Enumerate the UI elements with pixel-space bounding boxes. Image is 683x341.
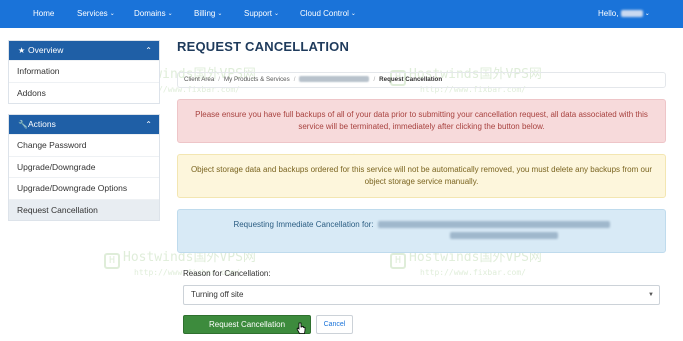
chevron-down-icon: ⌄ xyxy=(274,11,280,17)
breadcrumb-products-services[interactable]: My Products & Services xyxy=(224,76,290,83)
nav-billing[interactable]: Billing ⌄ xyxy=(194,0,222,28)
panel-header-actions[interactable]: 🔧Actions ⌃ xyxy=(9,115,159,134)
alert-danger-text: Please ensure you have full backups of a… xyxy=(195,110,648,131)
reason-selected-value: Turning off site xyxy=(191,290,244,299)
breadcrumb-client-area[interactable]: Client Area xyxy=(184,76,214,83)
sidebar-panel-actions: 🔧Actions ⌃ Change Password Upgrade/Downg… xyxy=(8,114,160,221)
sidebar-panel-overview: ★ Overview ⌃ Information Addons xyxy=(8,40,160,104)
select-arrow-icon: ▼ xyxy=(648,292,654,298)
chevron-down-icon: ⌄ xyxy=(350,11,356,17)
page-title: REQUEST CANCELLATION xyxy=(177,39,350,54)
sidebar-item-addons[interactable]: Addons xyxy=(9,81,159,104)
sidebar-item-upgrade-downgrade[interactable]: Upgrade/Downgrade xyxy=(9,155,159,178)
cancel-button[interactable]: Cancel xyxy=(316,315,353,334)
top-navigation-bar: Home Services ⌄ Domains ⌄ Billing ⌄ Support… xyxy=(0,0,683,28)
nav-domains[interactable]: Domains ⌄ xyxy=(134,0,173,28)
hand-cursor-icon xyxy=(296,322,306,334)
chevron-down-icon: ⌄ xyxy=(217,11,223,17)
nav-services[interactable]: Services ⌄ xyxy=(77,0,115,28)
chevron-up-icon[interactable]: ⌃ xyxy=(145,41,152,60)
nav-home[interactable]: Home xyxy=(33,0,54,28)
alert-warning-text: Object storage data and backups ordered … xyxy=(190,165,653,186)
alert-backup-warning: Please ensure you have full backups of a… xyxy=(177,99,666,143)
breadcrumb-separator: / xyxy=(373,76,376,83)
nav-cloud-control[interactable]: Cloud Control ⌄ xyxy=(300,0,356,28)
redacted-username xyxy=(620,10,643,17)
alert-info-text: Requesting Immediate Cancellation for: xyxy=(233,220,374,229)
sidebar-item-upgrade-downgrade-options[interactable]: Upgrade/Downgrade Options xyxy=(9,177,159,199)
wrench-icon: 🔧 xyxy=(18,120,28,129)
sidebar-item-information[interactable]: Information xyxy=(9,60,159,82)
reason-label: Reason for Cancellation: xyxy=(183,269,271,278)
redacted-service-details xyxy=(450,232,558,239)
redacted-service-name[interactable] xyxy=(299,76,370,82)
star-icon: ★ xyxy=(18,46,26,55)
breadcrumb-separator: / xyxy=(293,76,296,83)
redacted-service-details xyxy=(377,221,610,228)
sidebar-item-request-cancellation[interactable]: Request Cancellation xyxy=(9,198,159,220)
reason-select[interactable]: Turning off site ▼ xyxy=(183,285,660,305)
nav-support[interactable]: Support ⌄ xyxy=(244,0,279,28)
breadcrumb: Client Area / My Products & Services / / Requ… xyxy=(177,72,666,88)
chevron-down-icon: ⌄ xyxy=(644,11,650,17)
sidebar-item-change-password[interactable]: Change Password xyxy=(9,134,159,156)
nav-user-menu[interactable]: Hello, ⌄ xyxy=(598,0,650,28)
alert-cancellation-target: Requesting Immediate Cancellation for: xyxy=(177,209,666,253)
breadcrumb-separator: / xyxy=(218,76,221,83)
chevron-down-icon: ⌄ xyxy=(167,11,173,17)
chevron-up-icon[interactable]: ⌃ xyxy=(145,115,152,134)
request-cancellation-button[interactable]: Request Cancellation xyxy=(183,315,311,334)
chevron-down-icon: ⌄ xyxy=(109,11,115,17)
alert-object-storage: Object storage data and backups ordered … xyxy=(177,154,666,198)
panel-header-overview[interactable]: ★ Overview ⌃ xyxy=(9,41,159,60)
breadcrumb-current: Request Cancellation xyxy=(379,76,443,83)
